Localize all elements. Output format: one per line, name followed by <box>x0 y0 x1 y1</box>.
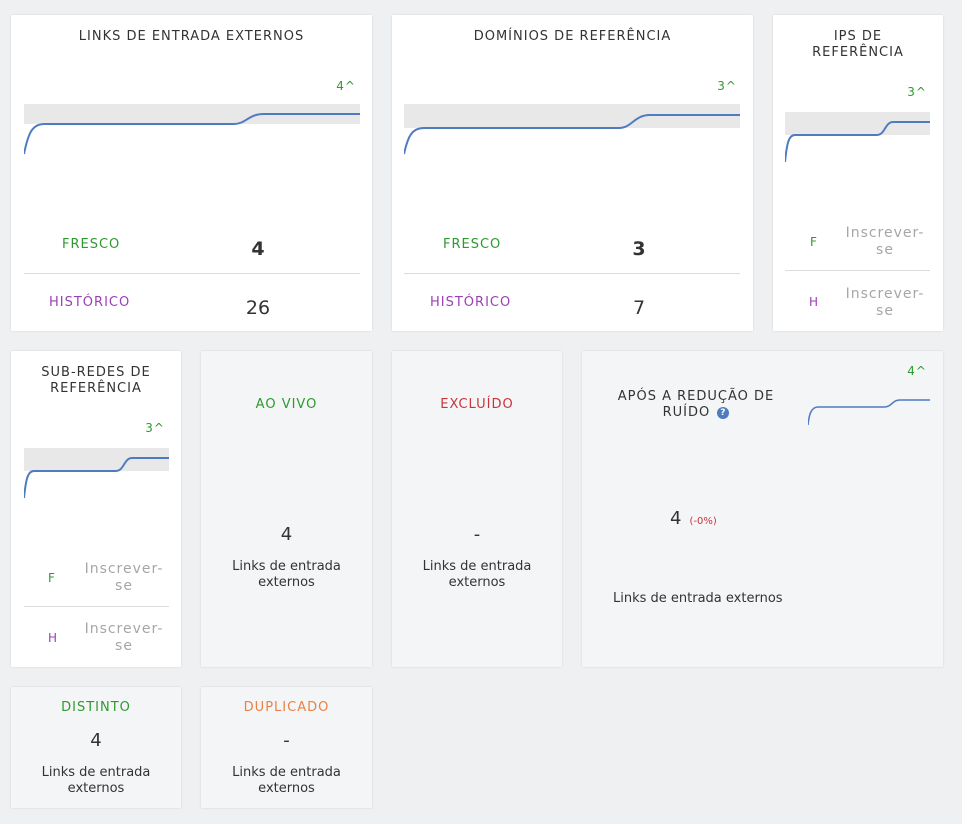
card-title: DOMÍNIOS DE REFERÊNCIA <box>473 29 672 44</box>
delta-badge: 3^ <box>717 79 737 93</box>
sparkline-chart <box>808 399 930 426</box>
historic-subscribe-link[interactable]: Inscrever- se <box>835 286 935 320</box>
delta-badge: 3^ <box>907 85 927 99</box>
historic-value: 26 <box>245 297 271 319</box>
card-title: DUPLICADO <box>243 700 330 715</box>
question-circle-icon[interactable]: ? <box>717 407 730 419</box>
noise-reduction-value: 4 <box>670 508 682 529</box>
divider <box>24 273 360 274</box>
fresh-label: FRESCO <box>62 237 121 252</box>
fresh-value: 3 <box>632 238 646 260</box>
external-links-card: LINKS DE ENTRADA EXTERNOS 4^ FRESCO 4 HI… <box>11 15 372 331</box>
caption: Links de entrada externos <box>232 765 341 796</box>
delta-badge: 4^ <box>907 364 927 378</box>
divider <box>785 270 930 271</box>
divider <box>24 606 169 607</box>
distinct-value: 4 <box>90 730 102 751</box>
card-title: EXCLUÍDO <box>440 397 514 412</box>
value-row: 4 (-0%) <box>670 508 717 529</box>
historic-label: HISTÓRICO <box>430 295 512 310</box>
caption: Links de entrada externos <box>41 765 151 796</box>
fresh-subscribe-link[interactable]: Inscrever- se <box>835 225 935 259</box>
delta-badge: 4^ <box>336 79 356 93</box>
card-title: APÓS A REDUÇÃO DE RUÍDO ? <box>617 389 775 420</box>
fresh-label: FRESCO <box>443 237 502 252</box>
sparkline-chart <box>785 112 930 163</box>
deleted-card: EXCLUÍDO - Links de entrada externos <box>392 351 562 667</box>
deleted-value: - <box>473 524 481 545</box>
caption: Links de entrada externos <box>422 559 532 590</box>
live-card: AO VIVO 4 Links de entrada externos <box>201 351 372 667</box>
live-value: 4 <box>280 524 293 545</box>
change-percent: (-0%) <box>689 516 717 527</box>
ref-subnets-card: SUB-REDES DE REFERÊNCIA 3^ F Inscrever- … <box>11 351 181 667</box>
card-title: DISTINTO <box>61 700 131 715</box>
duplicate-card: DUPLICADO - Links de entrada externos <box>201 687 372 808</box>
fresh-subscribe-link[interactable]: Inscrever- se <box>74 561 174 595</box>
fresh-label: F <box>48 571 55 585</box>
card-title: IPS DE REFERÊNCIA <box>812 29 904 60</box>
ref-domains-card: DOMÍNIOS DE REFERÊNCIA 3^ FRESCO 3 HISTÓ… <box>392 15 753 331</box>
historic-label: H <box>48 631 58 645</box>
historic-value: 7 <box>632 297 646 319</box>
fresh-value: 4 <box>251 238 265 260</box>
historic-label: HISTÓRICO <box>49 295 131 310</box>
caption: Links de entrada externos <box>232 559 341 590</box>
distinct-card: DISTINTO 4 Links de entrada externos <box>11 687 181 808</box>
ref-ips-card: IPS DE REFERÊNCIA 3^ F Inscrever- se H I… <box>773 15 943 331</box>
historic-subscribe-link[interactable]: Inscrever- se <box>74 621 174 655</box>
duplicate-value: - <box>283 730 290 751</box>
card-title: AO VIVO <box>255 397 318 412</box>
historic-label: H <box>809 295 819 309</box>
caption: Links de entrada externos <box>613 591 783 606</box>
noise-reduction-card: 4^ APÓS A REDUÇÃO DE RUÍDO ? 4 (-0%) Lin… <box>582 351 943 667</box>
sparkline-chart <box>24 104 360 155</box>
fresh-label: F <box>810 235 817 249</box>
divider <box>404 273 740 274</box>
sparkline-chart <box>404 104 740 155</box>
card-title: LINKS DE ENTRADA EXTERNOS <box>78 29 305 44</box>
card-title: SUB-REDES DE REFERÊNCIA <box>41 365 151 396</box>
delta-badge: 3^ <box>145 421 165 435</box>
sparkline-chart <box>24 448 169 499</box>
